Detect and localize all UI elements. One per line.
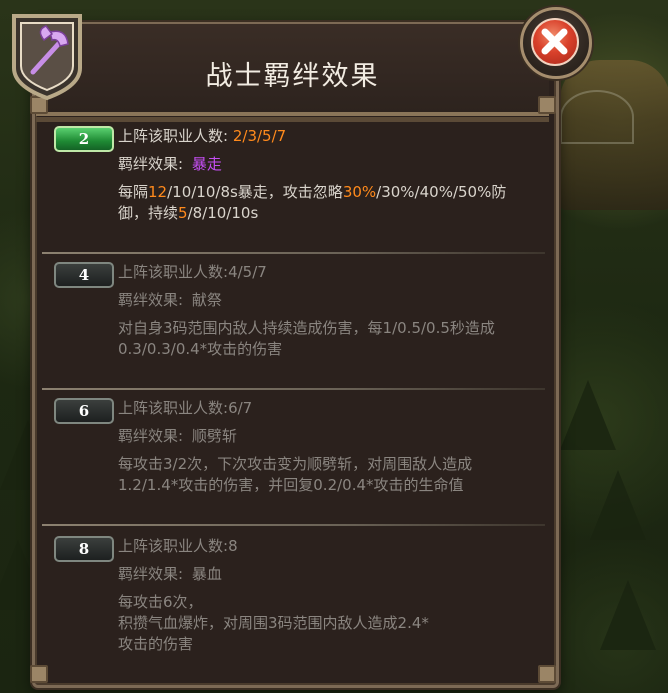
panel-title: 战士羁绊效果 [205,61,380,92]
tier-effect-line: 羁绊效果: 献祭 [118,290,222,311]
tier-row-8: 8 上阵该职业人数:8 羁绊效果: 暴血 每攻击6次， 积攒气血爆炸，对周围3码… [42,528,545,668]
desc-text: 每隔 [118,183,149,201]
tier-count-line: 上阵该职业人数:8 [118,536,238,557]
desc-highlight: 5 [178,204,188,222]
count-label: 上阵该职业人数: [118,263,229,281]
tier-list: 2 上阵该职业人数: 2/3/5/7 羁绊效果: 暴走 每隔12/10/10/8… [42,118,545,674]
count-value: 6/7 [228,399,253,417]
desc-text: /10/10/8s暴走，攻击忽略 [167,183,343,201]
tier-badge: 8 [54,536,114,562]
desc-highlight: 30% [342,183,377,201]
tier-divider [42,252,545,254]
panel-header: 战士羁绊效果 [36,24,549,122]
tier-description: 每攻击3/2次，下次攻击变为顺劈斩，对周围敌人造成1.2/1.4*攻击的伤害，并… [118,455,473,494]
tier-divider [42,524,545,526]
close-button[interactable] [520,7,592,79]
tier-count-line: 上阵该职业人数:4/5/7 [118,262,267,283]
desc-line: 攻击的伤害 [118,635,194,653]
effect-label: 羁绊效果: [118,291,184,309]
desc-line: 积攒气血爆炸，对周围3码范围内敌人造成2.4* [118,614,429,632]
tier-effect-line: 羁绊效果: 暴走 [118,154,222,175]
warrior-axe-icon [8,10,86,102]
tier-row-4: 4 上阵该职业人数:4/5/7 羁绊效果: 献祭 对自身3码范围内敌人持续造成伤… [42,256,545,388]
tier-description: 对自身3码范围内敌人持续造成伤害，每1/0.5/0.5秒造成0.3/0.3/0.… [118,319,495,358]
desc-text: /8/10/10s [187,204,259,222]
background-tree [590,470,646,540]
desc-highlight: 12 [148,183,168,201]
effect-name: 顺劈斩 [191,427,237,445]
effect-name: 暴血 [191,565,222,583]
count-value: 8 [228,537,238,555]
desc-line: 每攻击6次， [118,593,203,611]
tier-row-6: 6 上阵该职业人数:6/7 羁绊效果: 顺劈斩 每攻击3/2次，下次攻击变为顺劈… [42,392,545,524]
count-label: 上阵该职业人数: [118,537,229,555]
count-label: 上阵该职业人数: [118,399,229,417]
tier-badge: 6 [54,398,114,424]
count-value: 4/5/7 [228,263,267,281]
effect-name: 献祭 [191,291,222,309]
background-tree [560,380,616,450]
close-x-glyph [541,28,568,55]
background-spiderweb [560,90,634,144]
tier-description: 每攻击6次， 积攒气血爆炸，对周围3码范围内敌人造成2.4* 攻击的伤害 [118,592,528,655]
tier-badge: 4 [54,262,114,288]
effect-name: 暴走 [191,155,222,173]
tier-divider [42,388,545,390]
effect-label: 羁绊效果: [118,155,184,173]
count-value: 2/3/5/7 [232,127,287,145]
tier-count-line: 上阵该职业人数: 2/3/5/7 [118,126,286,147]
effect-label: 羁绊效果: [118,427,184,445]
tier-effect-line: 羁绊效果: 顺劈斩 [118,426,237,447]
frame-corner [538,96,556,114]
tier-badge: 2 [54,126,114,152]
tier-count-line: 上阵该职业人数:6/7 [118,398,252,419]
tier-effect-line: 羁绊效果: 暴血 [118,564,222,585]
tier-description: 每隔12/10/10/8s暴走，攻击忽略30%/30%/40%/50%防御，持续… [118,182,528,224]
count-label: 上阵该职业人数: [118,127,229,145]
effect-label: 羁绊效果: [118,565,184,583]
tier-row-2: 2 上阵该职业人数: 2/3/5/7 羁绊效果: 暴走 每隔12/10/10/8… [42,118,545,250]
background-tree [600,580,656,650]
